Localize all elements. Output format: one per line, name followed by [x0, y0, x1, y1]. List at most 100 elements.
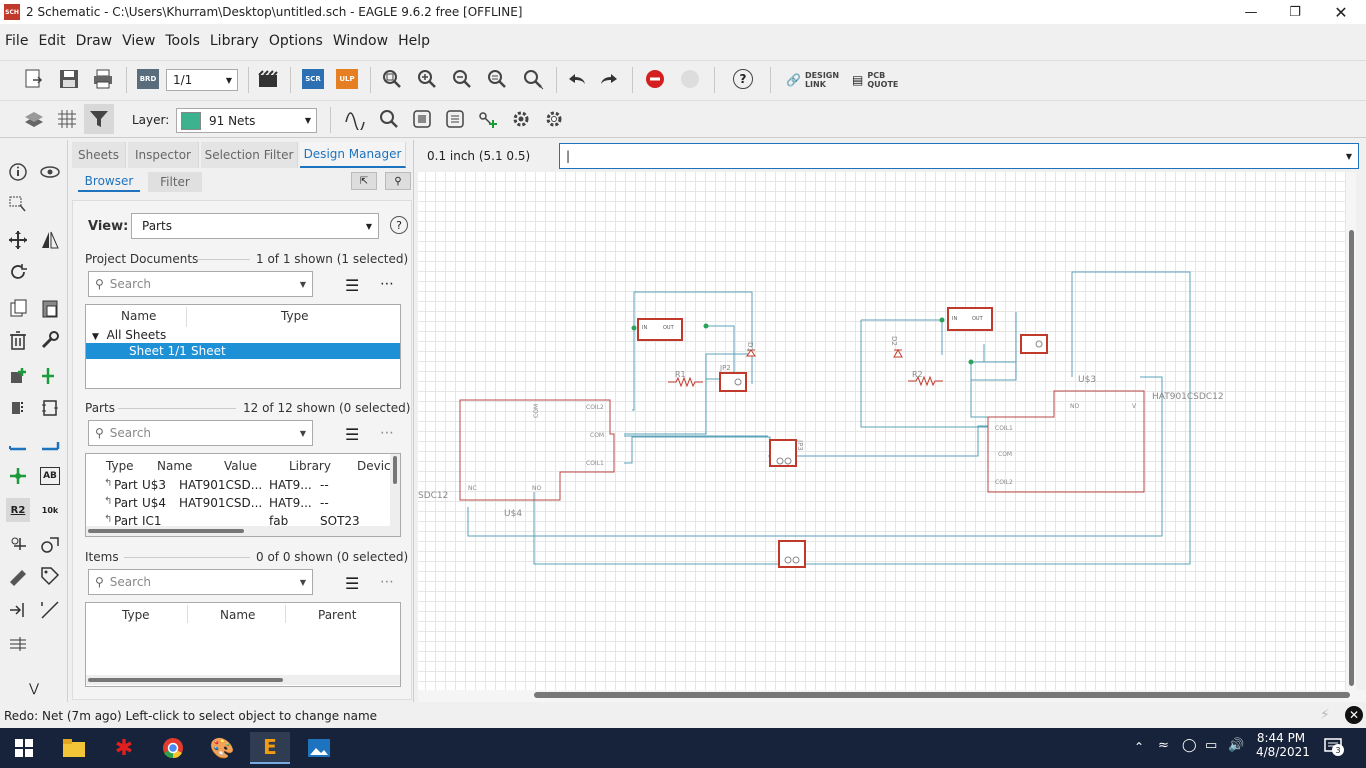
show-eye-icon[interactable] — [38, 160, 62, 184]
subtab-browser[interactable]: Browser — [78, 172, 140, 192]
items-hscrollbar[interactable] — [86, 675, 400, 685]
select-rect-icon[interactable] — [6, 192, 30, 216]
pcb-quote-button[interactable]: ▤ PCB QUOTE — [852, 71, 901, 89]
paste-icon[interactable] — [38, 296, 62, 320]
cam-processor-icon[interactable] — [256, 67, 280, 91]
minimize-button[interactable]: — — [1228, 0, 1274, 24]
miter-icon[interactable] — [38, 532, 62, 556]
parts-hscrollbar[interactable] — [86, 526, 390, 536]
zoom-select-icon[interactable] — [521, 67, 545, 91]
rotate-icon[interactable] — [6, 260, 30, 284]
ripup-icon[interactable] — [377, 107, 401, 131]
parts-vscrollbar[interactable] — [390, 454, 400, 536]
net-icon[interactable] — [38, 432, 62, 456]
list-view-icon[interactable]: ☰ — [345, 276, 359, 295]
column-header-name[interactable]: Name — [121, 309, 156, 323]
column-header-name[interactable]: Name — [220, 608, 255, 622]
menu-library[interactable]: Library — [205, 33, 264, 49]
gate-swap-icon[interactable] — [38, 396, 62, 420]
column-header-library[interactable]: Library — [289, 459, 331, 473]
grid-icon[interactable] — [55, 107, 79, 131]
taskbar-clock[interactable]: 8:44 PM 4/8/2021 — [1256, 731, 1310, 759]
tab-inspector[interactable]: Inspector — [128, 142, 199, 168]
relay-u3-symbol[interactable] — [987, 390, 1145, 493]
command-input[interactable]: | ▼ — [559, 143, 1359, 169]
smash-icon[interactable] — [410, 107, 434, 131]
more-options-icon[interactable]: ⋯ — [380, 276, 395, 292]
add-pin-icon[interactable] — [38, 364, 62, 388]
windows-start-icon[interactable] — [4, 732, 44, 764]
show-hidden-icons-icon[interactable]: ⌃ — [1134, 740, 1144, 754]
menu-tools[interactable]: Tools — [160, 33, 205, 49]
layer-select[interactable]: 91 Nets ▼ — [176, 108, 317, 133]
column-header-device[interactable]: Devic — [357, 459, 391, 473]
attribute-icon[interactable] — [6, 564, 30, 588]
tab-selection-filter[interactable]: Selection Filter — [201, 142, 298, 168]
column-header-parent[interactable]: Parent — [318, 608, 356, 622]
move-icon[interactable] — [6, 228, 30, 252]
table-row[interactable]: Sheet 1/1 Sheet — [86, 343, 400, 359]
tab-design-manager[interactable]: Design Manager — [300, 142, 406, 168]
restore-button[interactable]: ❐ — [1272, 0, 1318, 24]
canvas-vscrollbar[interactable] — [1346, 172, 1356, 690]
zoom-redraw-icon[interactable] — [485, 67, 509, 91]
bus-icon[interactable] — [6, 632, 30, 656]
sheets-icon[interactable] — [443, 107, 467, 131]
more-options-icon[interactable]: ⋯ — [380, 425, 394, 441]
value-tool-icon[interactable]: 10k — [38, 498, 62, 522]
close-button[interactable]: ✕ — [1318, 0, 1364, 24]
eagle-taskbar-icon[interactable]: E — [250, 732, 290, 764]
menu-window[interactable]: Window — [328, 33, 393, 49]
tree-root-all-sheets[interactable]: ▼ All Sheets — [92, 328, 166, 342]
file-explorer-icon[interactable] — [54, 732, 94, 764]
volume-icon[interactable]: 🔊 — [1228, 738, 1244, 753]
list-view-icon[interactable]: ☰ — [345, 425, 359, 444]
app-red-icon[interactable]: ✱ — [104, 732, 144, 764]
menu-help[interactable]: Help — [393, 33, 435, 49]
view-help-icon[interactable]: ? — [390, 216, 408, 234]
wrench-icon[interactable] — [38, 328, 62, 352]
add-net-icon[interactable] — [476, 107, 500, 131]
subtab-filter[interactable]: Filter — [148, 172, 202, 192]
wire-style-icon[interactable] — [343, 107, 367, 131]
diode-d2[interactable] — [893, 348, 903, 358]
delete-icon[interactable] — [6, 328, 30, 352]
notification-center-icon[interactable]: 3 — [1324, 738, 1346, 756]
erc-gear-icon[interactable] — [509, 107, 533, 131]
ulp-icon[interactable]: ULP — [335, 67, 359, 91]
resistor-r1[interactable] — [668, 376, 703, 388]
network-icon[interactable]: ◯ — [1182, 738, 1197, 753]
zoom-panel-icon[interactable]: ⚲ — [385, 172, 411, 190]
smash-tool-icon[interactable] — [6, 532, 30, 556]
schematic-drawing[interactable]: COIL2 COM COIL1 NC NO COM U$4 SDC12 COIL… — [418, 172, 1356, 690]
zoom-in-icon[interactable] — [415, 67, 439, 91]
design-link-button[interactable]: 🔗 DESIGN LINK — [786, 71, 839, 89]
column-header-type[interactable]: Type — [122, 608, 150, 622]
project-search-input[interactable]: ⚲ Search ▼ — [88, 271, 313, 297]
nets[interactable] — [467, 271, 1191, 565]
column-header-name[interactable]: Name — [157, 459, 192, 473]
view-select[interactable]: Parts ▼ — [131, 213, 379, 239]
port-icon[interactable] — [6, 598, 30, 622]
items-search-input[interactable]: ⚲ Search ▼ — [88, 569, 313, 595]
zoom-out-icon[interactable] — [450, 67, 474, 91]
mirror-icon[interactable] — [38, 228, 62, 252]
settings-gear-icon[interactable] — [542, 107, 566, 131]
copy-icon[interactable] — [6, 296, 30, 320]
column-header-type[interactable]: Type — [106, 459, 134, 473]
column-header-value[interactable]: Value — [224, 459, 257, 473]
tag-icon[interactable] — [38, 564, 62, 588]
stop-icon[interactable] — [643, 67, 667, 91]
filter-icon[interactable] — [84, 104, 114, 134]
chrome-icon[interactable] — [153, 732, 193, 764]
wifi-icon[interactable]: ≈ — [1158, 738, 1169, 753]
battery-icon[interactable]: ▭ — [1205, 738, 1217, 753]
open-icon[interactable] — [22, 67, 46, 91]
undo-icon[interactable] — [564, 67, 588, 91]
line-icon[interactable] — [38, 598, 62, 622]
parts-search-input[interactable]: ⚲ Search ▼ — [88, 420, 313, 446]
redo-icon[interactable] — [598, 67, 622, 91]
menu-view[interactable]: View — [117, 33, 160, 49]
save-icon[interactable] — [57, 67, 81, 91]
layer-settings-icon[interactable] — [22, 107, 46, 131]
